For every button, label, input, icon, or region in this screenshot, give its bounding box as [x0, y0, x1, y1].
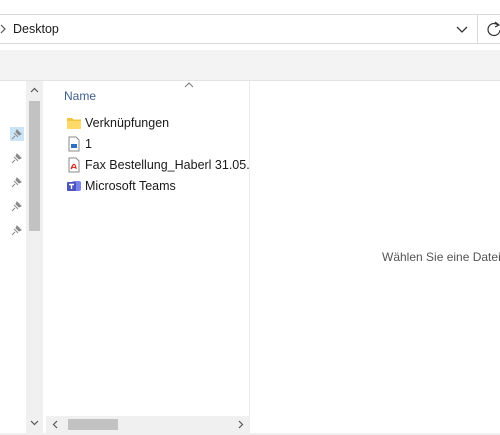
scroll-right-icon[interactable] — [235, 419, 246, 430]
preview-message: Wählen Sie eine Datei f — [382, 250, 500, 264]
command-bar — [0, 50, 500, 81]
scroll-down-icon[interactable] — [29, 417, 40, 428]
address-bar: Desktop — [0, 14, 500, 44]
list-item[interactable]: Verknüpfungen — [46, 113, 250, 134]
pin-icon[interactable] — [10, 175, 24, 189]
scrollbar-thumb[interactable] — [68, 419, 118, 430]
image-file-icon — [68, 136, 80, 152]
horizontal-scrollbar[interactable] — [46, 416, 250, 433]
address-field[interactable]: Desktop — [0, 15, 478, 43]
column-header-name[interactable]: Name — [64, 89, 96, 103]
scroll-up-icon[interactable] — [29, 85, 40, 96]
pin-icon[interactable] — [10, 151, 24, 165]
pin-icon[interactable] — [10, 223, 24, 237]
chevron-right-icon[interactable] — [0, 22, 8, 36]
list-item-label: Verknüpfungen — [85, 116, 170, 130]
file-list: Name Verknüpfungen 1 Fax Bestellung_Habe… — [46, 81, 250, 416]
pin-icon[interactable] — [10, 199, 24, 213]
list-item[interactable]: Microsoft Teams — [46, 176, 250, 197]
list-item-label: Fax Bestellung_Haberl 31.05.202 — [85, 158, 250, 172]
chevron-down-icon[interactable] — [455, 24, 469, 36]
list-item-label: 1 — [85, 137, 92, 151]
list-item[interactable]: Fax Bestellung_Haberl 31.05.202 — [46, 155, 250, 176]
pdf-file-icon — [68, 157, 80, 173]
sort-ascending-icon — [184, 82, 194, 88]
folder-icon — [67, 118, 81, 129]
scroll-left-icon[interactable] — [50, 419, 61, 430]
file-explorer-window: Desktop Name Verknüpfungen 1 Fax Bestell… — [0, 0, 500, 435]
list-item-label: Microsoft Teams — [85, 179, 176, 193]
refresh-icon[interactable] — [486, 21, 500, 37]
list-item[interactable]: 1 — [46, 134, 250, 155]
navigation-scrollbar[interactable] — [26, 81, 43, 435]
pin-icon[interactable] — [10, 127, 24, 141]
preview-pane: Wählen Sie eine Datei f — [251, 81, 500, 435]
address-path[interactable]: Desktop — [13, 22, 59, 36]
teams-icon — [67, 181, 81, 191]
scrollbar-thumb[interactable] — [29, 101, 40, 231]
